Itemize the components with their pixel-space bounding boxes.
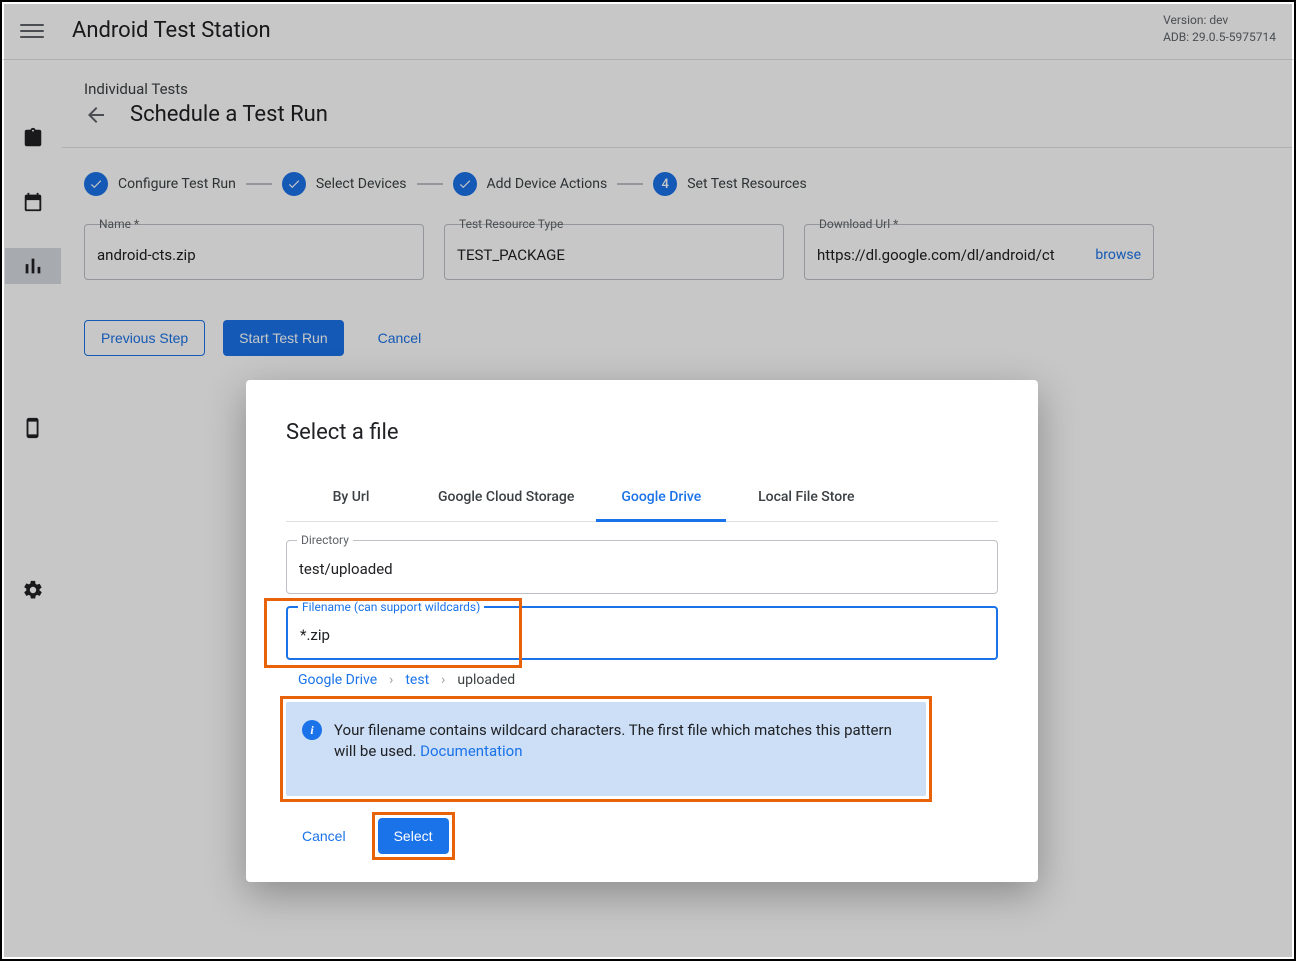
field-value: https://dl.google.com/dl/android/ct	[817, 246, 1055, 264]
start-test-run-button[interactable]: Start Test Run	[223, 320, 343, 356]
action-buttons: Previous Step Start Test Run Cancel	[84, 320, 1270, 356]
step-connector	[246, 183, 272, 185]
chevron-right-icon: ›	[441, 672, 445, 688]
step-number: 4	[653, 172, 677, 196]
step-device-actions[interactable]: Add Device Actions	[453, 172, 608, 196]
step-configure[interactable]: Configure Test Run	[84, 172, 236, 196]
dialog-select-button[interactable]: Select	[378, 818, 449, 854]
dialog-tabs: By Url Google Cloud Storage Google Drive…	[286, 475, 998, 522]
field-label: Filename (can support wildcards)	[298, 600, 484, 614]
tab-local-file-store[interactable]: Local File Store	[726, 475, 886, 521]
field-value: android-cts.zip	[97, 246, 196, 264]
documentation-link[interactable]: Documentation	[420, 742, 522, 760]
field-label: Test Resource Type	[455, 217, 567, 231]
browse-link[interactable]: browse	[1085, 247, 1141, 263]
info-text: Your filename contains wildcard characte…	[334, 720, 910, 762]
version-line: Version: dev	[1163, 12, 1276, 29]
nav-device-icon[interactable]	[5, 410, 61, 446]
check-icon	[287, 177, 301, 191]
directory-field[interactable]: Directory test/uploaded	[286, 540, 998, 594]
dialog-title: Select a file	[286, 420, 998, 445]
nav-settings-icon[interactable]	[5, 572, 61, 608]
step-label: Configure Test Run	[118, 176, 236, 192]
field-value: test/uploaded	[299, 560, 393, 578]
check-icon	[458, 177, 472, 191]
url-field[interactable]: Download Url * https://dl.google.com/dl/…	[804, 224, 1154, 280]
adb-line: ADB: 29.0.5-5975714	[1163, 29, 1276, 46]
step-connector	[617, 183, 643, 185]
tab-gcs[interactable]: Google Cloud Storage	[416, 475, 596, 521]
select-file-dialog: Select a file By Url Google Cloud Storag…	[246, 380, 1038, 882]
info-banner: i Your filename contains wildcard charac…	[286, 702, 926, 796]
info-icon: i	[302, 720, 322, 740]
field-label: Name *	[95, 217, 143, 231]
nav-calendar-icon[interactable]	[5, 184, 61, 220]
top-bar: Android Test Station Version: dev ADB: 2…	[2, 2, 1294, 60]
breadcrumb: Individual Tests	[84, 80, 1270, 98]
breadcrumb-item[interactable]: Google Drive	[298, 672, 377, 688]
name-field[interactable]: Name * android-cts.zip	[84, 224, 424, 280]
app-title: Android Test Station	[72, 18, 271, 43]
resource-fields: Name * android-cts.zip Test Resource Typ…	[84, 224, 1270, 280]
breadcrumb-item: uploaded	[457, 672, 515, 688]
dialog-actions: Cancel Select	[286, 818, 998, 854]
step-resources[interactable]: 4 Set Test Resources	[653, 172, 806, 196]
side-nav	[4, 62, 62, 957]
chevron-right-icon: ›	[389, 672, 393, 688]
menu-icon[interactable]	[20, 19, 44, 43]
divider	[62, 147, 1292, 148]
page-title: Schedule a Test Run	[130, 102, 328, 127]
step-label: Set Test Resources	[687, 176, 806, 192]
check-icon	[89, 177, 103, 191]
step-devices[interactable]: Select Devices	[282, 172, 407, 196]
nav-clipboard-icon[interactable]	[5, 120, 61, 156]
field-value: *.zip	[300, 626, 330, 644]
dialog-cancel-button[interactable]: Cancel	[286, 818, 362, 854]
back-arrow-icon[interactable]	[84, 103, 108, 127]
step-connector	[417, 183, 443, 185]
field-label: Directory	[297, 533, 353, 547]
stepper: Configure Test Run Select Devices Add De…	[84, 172, 1270, 196]
step-label: Select Devices	[316, 176, 407, 192]
previous-step-button[interactable]: Previous Step	[84, 320, 205, 356]
step-label: Add Device Actions	[487, 176, 608, 192]
tab-google-drive[interactable]: Google Drive	[596, 475, 726, 522]
type-field[interactable]: Test Resource Type TEST_PACKAGE	[444, 224, 784, 280]
cancel-button[interactable]: Cancel	[362, 320, 438, 356]
breadcrumb-item[interactable]: test	[405, 672, 429, 688]
tab-by-url[interactable]: By Url	[286, 475, 416, 521]
nav-analytics-icon[interactable]	[5, 248, 61, 284]
field-value: TEST_PACKAGE	[457, 246, 565, 264]
version-info: Version: dev ADB: 29.0.5-5975714	[1163, 12, 1276, 46]
field-label: Download Url *	[815, 217, 902, 231]
path-breadcrumb: Google Drive › test › uploaded	[298, 672, 998, 688]
filename-field[interactable]: Filename (can support wildcards) *.zip	[286, 606, 998, 660]
